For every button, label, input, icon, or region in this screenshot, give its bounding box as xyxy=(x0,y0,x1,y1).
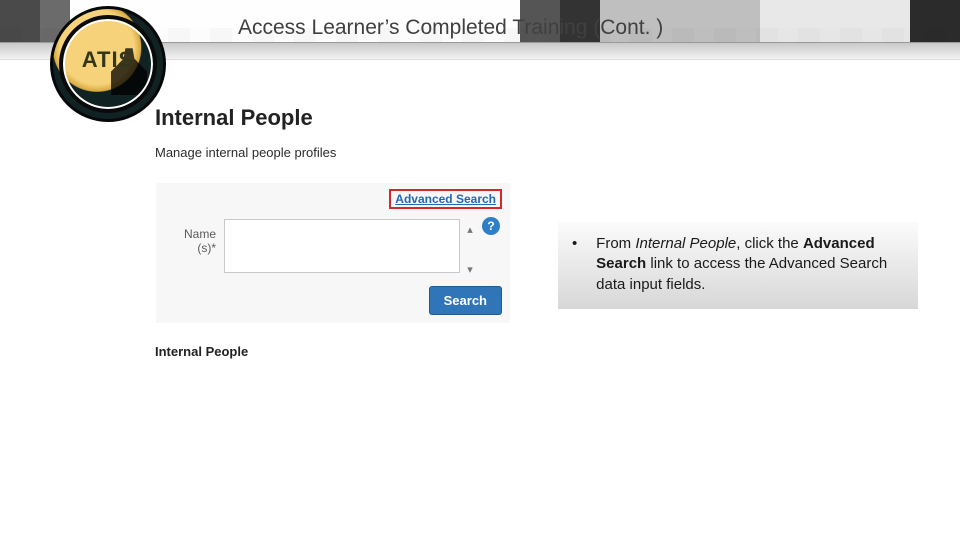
search-form: Advanced Search Name (s)* ▴ ▾ ? Search xyxy=(155,182,511,324)
name-multiline-input[interactable] xyxy=(224,219,460,273)
atis-logo: ATIS xyxy=(50,6,166,122)
instruction-callout: • From Internal People, click the Advanc… xyxy=(558,222,918,309)
instruction-text: From Internal People, click the Advanced… xyxy=(596,234,896,295)
logo-text: ATIS xyxy=(53,47,163,73)
page-subtitle: Manage internal people profiles xyxy=(155,145,521,160)
advanced-search-link[interactable]: Advanced Search xyxy=(389,189,502,209)
chevron-down-icon[interactable]: ▾ xyxy=(462,261,478,277)
search-button[interactable]: Search xyxy=(429,286,502,315)
internal-people-screenshot: Internal People Manage internal people p… xyxy=(155,105,521,359)
chevron-up-icon[interactable]: ▴ xyxy=(462,221,478,237)
slide-title: Access Learner’s Completed Training (Con… xyxy=(238,16,663,40)
results-heading: Internal People xyxy=(155,344,521,359)
help-icon[interactable]: ? xyxy=(482,217,500,235)
name-field-label: Name (s)* xyxy=(168,227,216,255)
page-title: Internal People xyxy=(155,105,521,131)
soldier-silhouette-icon xyxy=(111,43,147,95)
bullet-icon: • xyxy=(572,234,592,254)
